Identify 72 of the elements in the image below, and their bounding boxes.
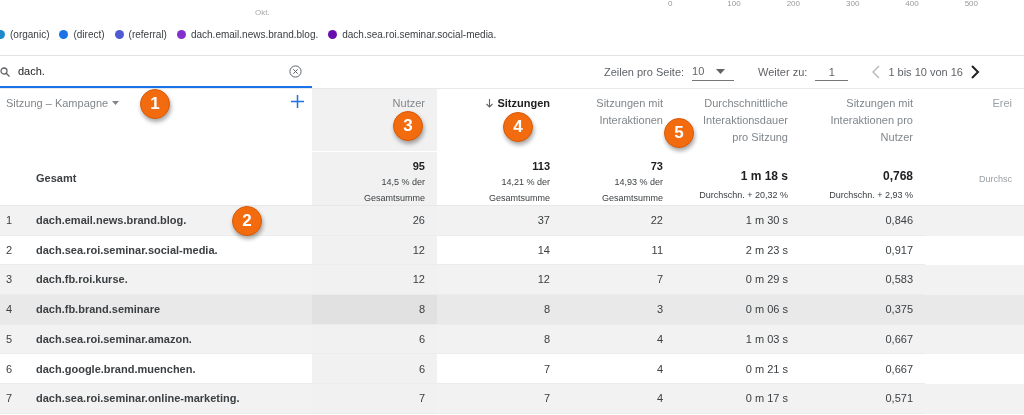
table-cell: 37 <box>437 206 562 236</box>
column-header[interactable]: Sitzungen mit Interaktionen pro Nutzer <box>830 95 913 146</box>
dropdown-caret-icon[interactable] <box>112 101 120 105</box>
goto-label: Weiter zu: <box>758 64 808 80</box>
axis-tick-label: 300 <box>846 0 861 8</box>
table-cell: 0,375 <box>800 295 925 325</box>
table-cell: 8 <box>437 324 562 355</box>
table-cell: 8 <box>437 295 562 325</box>
table-cell: 8 <box>312 295 437 325</box>
table-cell: 1 m 03 s <box>675 324 800 355</box>
axis-tick-label: 200 <box>786 0 801 8</box>
sort-descending-icon <box>486 99 494 108</box>
campaign-name: dach.sea.roi.seminar.online-marketing. <box>36 391 240 407</box>
callout-badge: 4 <box>503 112 533 142</box>
axis-tick-label: 400 <box>905 0 920 8</box>
column-header[interactable]: Sitzungen mit Interaktionen <box>596 95 663 129</box>
campaign-name: dach.email.news.brand.blog. <box>36 213 187 229</box>
table-cell: 4 <box>562 324 675 355</box>
table-cell: 1 m 30 s <box>675 206 800 236</box>
legend-label: dach.sea.roi.seminar.social-media. <box>342 28 497 42</box>
rows-per-page-label: Zeilen pro Seite: <box>603 64 685 80</box>
table-row[interactable]: 4 dach.fb.brand.seminare 8 8 3 0 m 06 s 0,375 <box>0 295 1024 325</box>
search-field[interactable]: dach. <box>0 56 312 88</box>
column-header[interactable]: Durchschnittliche Interaktionsdauer pro Sitzung <box>703 95 788 146</box>
table-cell: 12 <box>312 235 437 266</box>
goto-page-field[interactable]: 1 <box>815 63 849 81</box>
legend-label: (direct) <box>73 28 105 42</box>
next-page-icon[interactable] <box>971 65 980 79</box>
row-number: 4 <box>5 302 14 318</box>
dropdown-caret-icon <box>716 69 726 74</box>
table-row[interactable]: 5 dach.sea.roi.seminar.amazon. 6 8 4 1 m 03 s 0,667 <box>0 324 1024 355</box>
table-cell: 6 <box>312 354 437 385</box>
table-row[interactable]: 7 dach.sea.roi.seminar.online-marketing. 7 7 4 0 m 17 s 0,571 <box>0 384 1024 414</box>
axis-month-label: Okt. <box>255 8 270 17</box>
row-number: 3 <box>5 272 14 288</box>
add-icon[interactable] <box>291 95 304 108</box>
rows-per-page-select[interactable]: 10 <box>692 63 735 81</box>
table-cell: 0,667 <box>800 324 925 355</box>
table-cell: 22 <box>562 206 675 236</box>
legend-label: (referral) <box>128 28 167 42</box>
total-label: Gesamt <box>36 170 77 186</box>
search-icon <box>0 67 10 77</box>
page-range-text: 1 bis 10 von 16 <box>888 64 963 80</box>
row-number: 7 <box>5 391 14 407</box>
callout-badge: 1 <box>140 89 170 119</box>
legend-label: dach.email.news.brand.blog. <box>190 28 319 42</box>
row-number: 5 <box>5 331 14 347</box>
campaign-name: dach.fb.brand.seminare <box>36 302 161 318</box>
callout-badge: 5 <box>664 118 694 148</box>
table-row[interactable]: 3 dach.fb.roi.kurse. 12 12 7 0 m 29 s 0,583 <box>0 265 1024 296</box>
row-number: 6 <box>5 361 14 377</box>
table-cell: 0 m 06 s <box>675 295 800 325</box>
table-cell: 4 <box>562 384 675 414</box>
campaign-name: dach.fb.roi.kurse. <box>36 272 128 288</box>
table-cell: 3 <box>562 295 675 325</box>
column-header[interactable]: Sitzungen <box>497 95 550 112</box>
campaign-name: dach.sea.roi.seminar.social-media. <box>36 242 218 258</box>
legend-label: (organic) <box>10 28 50 42</box>
campaign-name: dach.sea.roi.seminar.amazon. <box>36 331 192 347</box>
axis-tick-label: 500 <box>964 0 979 8</box>
axis-tick-label: 100 <box>727 0 742 8</box>
table-cell: 0,571 <box>800 384 925 414</box>
axis-tick-label: 0 <box>668 0 674 8</box>
table-cell: 0 m 17 s <box>675 384 800 414</box>
row-number: 1 <box>5 213 14 229</box>
table-cell: 0,846 <box>800 206 925 236</box>
dimension-selector[interactable]: Sitzung – Kampagne <box>6 95 109 112</box>
total-cell: 95 14,5 % der Gesamtsumme <box>312 151 437 206</box>
campaign-name: dach.google.brand.muenchen. <box>36 361 196 377</box>
table-cell: 7 <box>437 384 562 414</box>
row-number: 2 <box>5 242 14 258</box>
clear-icon[interactable] <box>289 65 302 78</box>
